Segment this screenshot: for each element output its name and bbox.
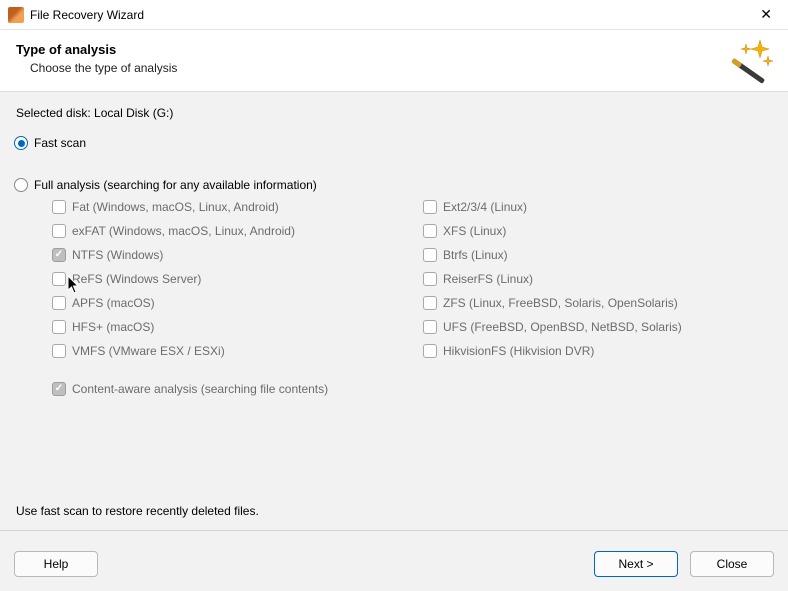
fs-label: Btrfs (Linux) bbox=[443, 248, 508, 262]
radio-icon bbox=[14, 136, 28, 150]
full-analysis-label: Full analysis (searching for any availab… bbox=[34, 178, 317, 192]
checkbox-icon bbox=[52, 272, 66, 286]
fs-label: ReFS (Windows Server) bbox=[72, 272, 201, 286]
wizard-footer: Help Next > Close bbox=[0, 541, 788, 591]
fast-scan-label: Fast scan bbox=[34, 136, 86, 150]
content-aware-label: Content-aware analysis (searching file c… bbox=[72, 382, 328, 396]
fs-ext[interactable]: Ext2/3/4 (Linux) bbox=[423, 200, 774, 214]
fs-label: VMFS (VMware ESX / ESXi) bbox=[72, 344, 225, 358]
selected-disk-label: Selected disk: Local Disk (G:) bbox=[14, 106, 774, 120]
fs-label: HFS+ (macOS) bbox=[72, 320, 154, 334]
fs-label: Ext2/3/4 (Linux) bbox=[443, 200, 527, 214]
radio-icon bbox=[14, 178, 28, 192]
app-icon bbox=[8, 7, 24, 23]
fs-hikvision[interactable]: HikvisionFS (Hikvision DVR) bbox=[423, 344, 774, 358]
header-title: Type of analysis bbox=[16, 42, 772, 57]
window-title: File Recovery Wizard bbox=[30, 8, 144, 22]
wand-icon bbox=[726, 38, 774, 86]
fs-hfsplus[interactable]: HFS+ (macOS) bbox=[52, 320, 403, 334]
checkbox-icon bbox=[423, 224, 437, 238]
fs-label: APFS (macOS) bbox=[72, 296, 155, 310]
fs-label: exFAT (Windows, macOS, Linux, Android) bbox=[72, 224, 295, 238]
checkbox-icon bbox=[423, 296, 437, 310]
checkbox-icon bbox=[423, 248, 437, 262]
full-analysis-option[interactable]: Full analysis (searching for any availab… bbox=[14, 178, 774, 192]
filesystem-grid: Fat (Windows, macOS, Linux, Android) Ext… bbox=[52, 200, 774, 358]
wizard-header: Type of analysis Choose the type of anal… bbox=[0, 30, 788, 92]
checkbox-icon bbox=[423, 320, 437, 334]
checkbox-icon bbox=[52, 296, 66, 310]
fs-label: ZFS (Linux, FreeBSD, Solaris, OpenSolari… bbox=[443, 296, 678, 310]
checkbox-icon bbox=[52, 320, 66, 334]
fs-vmfs[interactable]: VMFS (VMware ESX / ESXi) bbox=[52, 344, 403, 358]
fs-btrfs[interactable]: Btrfs (Linux) bbox=[423, 248, 774, 262]
header-subtitle: Choose the type of analysis bbox=[30, 61, 772, 75]
fs-fat[interactable]: Fat (Windows, macOS, Linux, Android) bbox=[52, 200, 403, 214]
checkbox-icon bbox=[52, 224, 66, 238]
content-aware-option[interactable]: Content-aware analysis (searching file c… bbox=[52, 382, 774, 396]
fs-label: HikvisionFS (Hikvision DVR) bbox=[443, 344, 594, 358]
checkbox-icon bbox=[52, 200, 66, 214]
hint-text: Use fast scan to restore recently delete… bbox=[14, 504, 774, 518]
checkbox-icon bbox=[52, 248, 66, 262]
fs-label: XFS (Linux) bbox=[443, 224, 506, 238]
checkbox-icon bbox=[423, 344, 437, 358]
checkbox-icon bbox=[52, 382, 66, 396]
help-button[interactable]: Help bbox=[14, 551, 98, 577]
fs-label: NTFS (Windows) bbox=[72, 248, 163, 262]
fs-refs[interactable]: ReFS (Windows Server) bbox=[52, 272, 403, 286]
fs-label: ReiserFS (Linux) bbox=[443, 272, 533, 286]
checkbox-icon bbox=[423, 200, 437, 214]
fast-scan-option[interactable]: Fast scan bbox=[14, 136, 774, 150]
fs-reiserfs[interactable]: ReiserFS (Linux) bbox=[423, 272, 774, 286]
wizard-body: Selected disk: Local Disk (G:) Fast scan… bbox=[0, 92, 788, 541]
footer-divider bbox=[0, 530, 788, 531]
fs-zfs[interactable]: ZFS (Linux, FreeBSD, Solaris, OpenSolari… bbox=[423, 296, 774, 310]
next-button[interactable]: Next > bbox=[594, 551, 678, 577]
checkbox-icon bbox=[423, 272, 437, 286]
fs-xfs[interactable]: XFS (Linux) bbox=[423, 224, 774, 238]
fs-label: Fat (Windows, macOS, Linux, Android) bbox=[72, 200, 279, 214]
checkbox-icon bbox=[52, 344, 66, 358]
fs-ufs[interactable]: UFS (FreeBSD, OpenBSD, NetBSD, Solaris) bbox=[423, 320, 774, 334]
titlebar: File Recovery Wizard ✕ bbox=[0, 0, 788, 30]
fs-exfat[interactable]: exFAT (Windows, macOS, Linux, Android) bbox=[52, 224, 403, 238]
fs-ntfs[interactable]: NTFS (Windows) bbox=[52, 248, 403, 262]
fs-apfs[interactable]: APFS (macOS) bbox=[52, 296, 403, 310]
fs-label: UFS (FreeBSD, OpenBSD, NetBSD, Solaris) bbox=[443, 320, 682, 334]
close-button[interactable]: Close bbox=[690, 551, 774, 577]
close-icon[interactable]: ✕ bbox=[752, 2, 780, 27]
